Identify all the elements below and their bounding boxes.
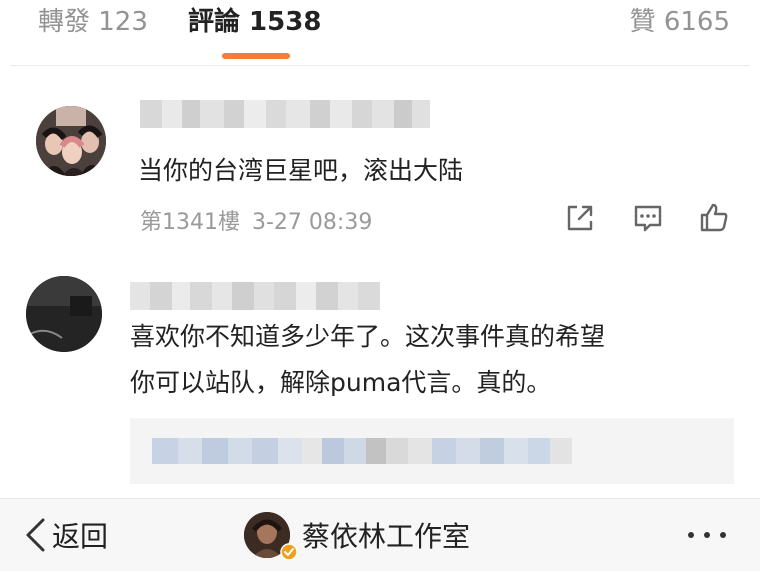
comment-text-line: 喜欢你不知道多少年了。这次事件真的希望 [130,322,606,351]
comment-item: 喜欢你不知道多少年了。这次事件真的希望 你可以站队，解除puma代言。真的。 [0,262,760,494]
account-link[interactable]: 蔡依林工作室 [244,511,470,559]
tab-comments[interactable]: 評論 1538 [188,2,321,42]
reply-redacted [152,438,572,464]
username-redacted[interactable] [140,100,430,128]
active-tab-indicator [222,53,290,59]
tab-likes[interactable]: 贊 6165 [630,2,730,42]
chevron-left-icon [26,518,45,552]
tab-reposts[interactable]: 轉發 123 [38,2,148,42]
timestamp: 3-27 08:39 [252,210,373,235]
account-name: 蔡依林工作室 [302,520,471,553]
comment-text: 当你的台湾巨星吧，滚出大陆 [138,156,464,185]
more-options-icon[interactable] [684,521,730,549]
share-icon[interactable] [564,202,596,234]
tab-bar: 轉發 123 評論 1538 贊 6165 [0,0,760,66]
back-button[interactable]: 返回 [24,513,108,557]
back-label: 返回 [52,520,109,553]
verified-badge-icon [280,543,298,561]
bottom-bar: 返回 蔡依林工作室 [0,498,760,571]
like-icon[interactable] [698,202,730,234]
username-redacted[interactable] [130,282,390,310]
comment-meta: 第1341樓 3-27 08:39 [140,204,372,236]
comment-item: 当你的台湾巨星吧，滚出大陆 第1341樓 3-27 08:39 [0,96,760,246]
comment-text-line: 你可以站队，解除puma代言。真的。 [130,368,552,397]
floor-number: 第1341樓 [140,210,240,235]
divider [10,65,750,66]
avatar[interactable] [26,276,102,352]
reply-preview[interactable] [130,418,734,484]
comment-text: 喜欢你不知道多少年了。这次事件真的希望 你可以站队，解除puma代言。真的。 [130,314,730,406]
reply-icon[interactable] [632,202,664,234]
avatar[interactable] [36,106,106,176]
